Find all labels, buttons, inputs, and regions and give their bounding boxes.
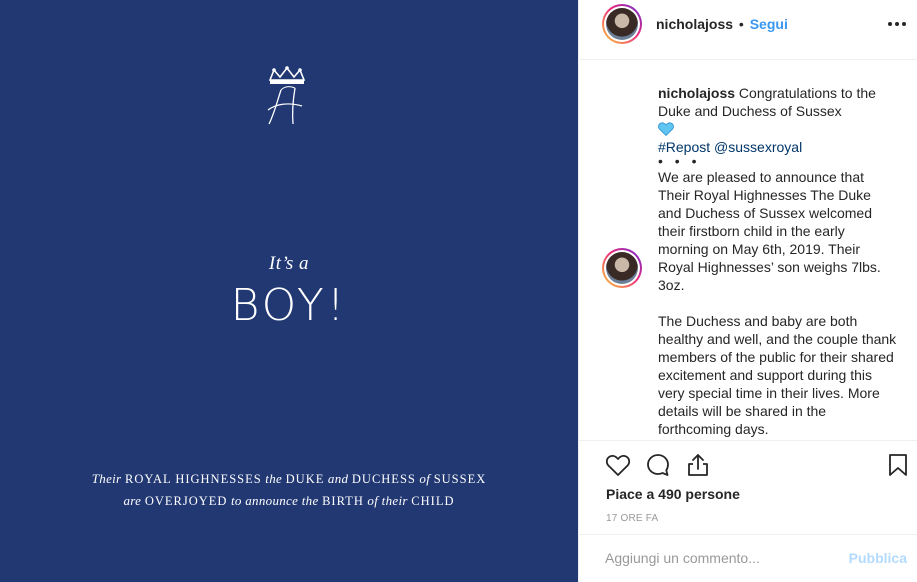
header-user-line: nicholajoss • Segui — [656, 16, 788, 32]
announce-word: and — [327, 471, 349, 486]
announce-word: Their — [91, 471, 122, 486]
follow-button[interactable]: Segui — [750, 16, 788, 32]
boy-text: BOY! — [230, 280, 348, 331]
its-a-text: It’s a — [268, 253, 310, 274]
caption-username[interactable]: nicholajoss — [658, 85, 735, 101]
mention-link[interactable]: @sussexroyal — [714, 139, 802, 155]
announce-word: SUSSEX — [433, 472, 487, 486]
avatar[interactable] — [602, 4, 642, 44]
royal-monogram-icon — [267, 66, 306, 125]
blue-heart-icon — [658, 122, 674, 136]
announce-word: of their — [367, 493, 408, 508]
announce-word: OVERJOYED — [144, 494, 228, 508]
avatar-photo — [606, 8, 638, 40]
likes-count[interactable]: Piace a 490 persone — [606, 486, 740, 502]
caption-paragraph-2: The Duchess and baby are both healthy an… — [658, 313, 897, 437]
announce-word: the — [265, 471, 283, 486]
announce-word: of — [419, 471, 431, 486]
likes-number: 490 — [658, 486, 682, 502]
caption-avatar[interactable] — [602, 248, 642, 288]
post-image[interactable]: It’s a BOY! Their ROYAL HIGHNESSES the D… — [0, 0, 578, 582]
announce-word: ROYAL HIGHNESSES — [124, 472, 262, 486]
likes-suffix: persone — [685, 486, 740, 502]
avatar-photo — [606, 252, 638, 284]
announcement-line-1: Their ROYAL HIGHNESSES the DUKE and DUCH… — [0, 471, 578, 487]
comment-input[interactable] — [605, 550, 835, 566]
announce-word: DUCHESS — [351, 472, 416, 486]
avatar-border — [604, 250, 640, 286]
post-side-panel: nicholajoss • Segui nicholajoss Congratu… — [578, 0, 917, 582]
caption-paragraph-1: We are pleased to announce that Their Ro… — [658, 169, 881, 293]
likes-prefix: Piace a — [606, 486, 655, 502]
more-options-icon[interactable] — [886, 14, 908, 34]
action-bar: Piace a 490 persone 17 ORE FA — [579, 440, 917, 534]
publish-button[interactable]: Pubblica — [849, 550, 907, 566]
announce-word: BIRTH — [322, 494, 364, 508]
post-timestamp[interactable]: 17 ORE FA — [606, 513, 658, 524]
announce-word: DUKE — [285, 472, 325, 486]
caption-area: nicholajoss Congratulations to the Duke … — [579, 60, 917, 440]
announce-word: CHILD — [411, 494, 455, 508]
announce-word: are — [123, 493, 142, 508]
share-icon[interactable] — [685, 452, 711, 478]
header-username[interactable]: nicholajoss — [656, 16, 733, 32]
bookmark-icon[interactable] — [885, 452, 911, 478]
announcement-line-2: are OVERJOYED to announce the BIRTH of t… — [0, 493, 578, 509]
announce-word: to announce the — [230, 493, 319, 508]
caption: nicholajoss Congratulations to the Duke … — [658, 84, 898, 438]
caption-dots: • • • — [658, 153, 701, 169]
avatar-border — [604, 6, 640, 42]
add-comment-section: Pubblica — [579, 534, 917, 582]
comment-icon[interactable] — [645, 452, 671, 478]
header-separator: • — [738, 16, 744, 32]
heart-icon[interactable] — [605, 452, 631, 478]
post-header: nicholajoss • Segui — [579, 0, 917, 60]
